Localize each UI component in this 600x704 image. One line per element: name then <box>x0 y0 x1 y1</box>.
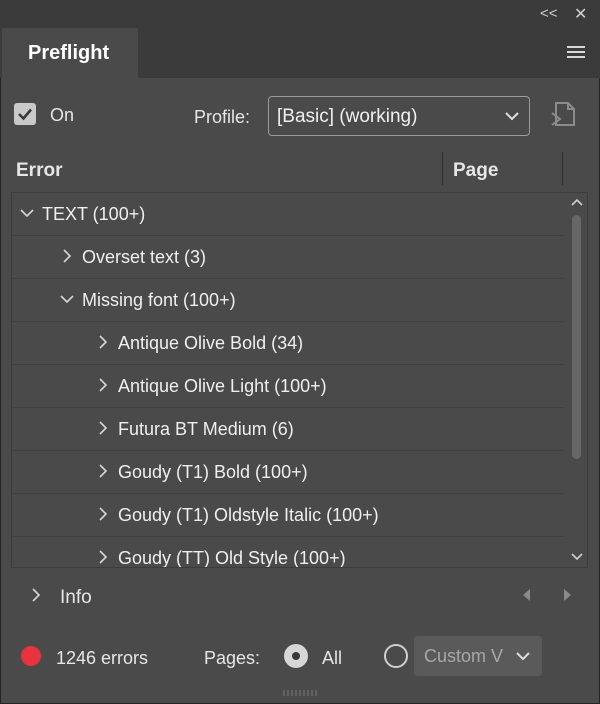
resize-grip-icon[interactable] <box>282 690 320 696</box>
chevron-right-icon[interactable] <box>96 335 110 349</box>
vertical-scrollbar[interactable] <box>566 193 587 567</box>
profile-dropdown-value: [Basic] (working) <box>277 106 418 127</box>
next-error-icon[interactable] <box>562 587 574 603</box>
chevron-right-icon[interactable] <box>96 464 110 478</box>
tree-row[interactable]: Goudy (T1) Bold (100+) <box>12 451 565 494</box>
pages-all-label: All <box>322 648 343 668</box>
pages-custom-value: Custom V <box>424 646 504 666</box>
tree-row[interactable]: TEXT (100+) <box>12 193 565 236</box>
tree-row[interactable]: Antique Olive Light (100+) <box>12 365 565 408</box>
chevron-down-icon[interactable] <box>60 292 74 306</box>
chevron-down-icon <box>516 652 530 661</box>
tree-row-label: Missing font (100+) <box>82 290 236 310</box>
previous-error-icon[interactable] <box>520 587 532 603</box>
profile-label: Profile: <box>194 107 251 127</box>
pages-custom-radio[interactable] <box>384 644 408 668</box>
panel-title-strip <box>0 0 600 28</box>
tree-row[interactable]: Goudy (TT) Old Style (100+) <box>12 537 565 568</box>
tree-row-label: Goudy (T1) Oldstyle Italic (100+) <box>118 505 379 525</box>
pages-all-radio[interactable] <box>284 644 308 668</box>
tree-row[interactable]: Missing font (100+) <box>12 279 565 322</box>
chevron-right-icon[interactable] <box>96 378 110 392</box>
info-section-label[interactable]: Info <box>60 587 92 609</box>
pages-label: Pages: <box>204 648 261 668</box>
tree-row-label: Goudy (TT) Old Style (100+) <box>118 548 346 568</box>
column-header-page[interactable]: Page <box>453 160 498 182</box>
error-status-icon <box>21 646 41 666</box>
profile-dropdown[interactable]: [Basic] (working) <box>268 96 530 136</box>
on-label: On <box>50 105 75 125</box>
define-profiles-icon[interactable] <box>548 97 582 131</box>
chevron-right-icon[interactable] <box>96 507 110 521</box>
collapse-panel-button[interactable]: << <box>540 5 558 22</box>
tree-row[interactable]: Antique Olive Bold (34) <box>12 322 565 365</box>
chevron-right-icon[interactable] <box>96 421 110 435</box>
checkmark-icon <box>18 108 32 121</box>
close-panel-button[interactable]: ✕ <box>574 4 587 24</box>
info-expand-icon[interactable] <box>30 587 42 603</box>
tree-row-label: TEXT (100+) <box>42 204 146 224</box>
tree-row[interactable]: Futura BT Medium (6) <box>12 408 565 451</box>
pages-custom-dropdown[interactable]: Custom V <box>414 636 542 676</box>
tree-row-label: Antique Olive Light (100+) <box>118 376 327 396</box>
tree-row-label: Goudy (T1) Bold (100+) <box>118 462 308 482</box>
tree-row-label: Antique Olive Bold (34) <box>118 333 304 353</box>
tree-row[interactable]: Overset text (3) <box>12 236 565 279</box>
column-divider[interactable] <box>442 152 443 185</box>
tab-preflight[interactable]: Preflight <box>2 28 138 78</box>
on-checkbox[interactable] <box>14 103 36 125</box>
column-divider[interactable] <box>562 152 563 185</box>
scroll-thumb[interactable] <box>572 215 581 459</box>
error-tree-list: TEXT (100+) Overset text (3) Missing font … <box>11 192 588 568</box>
error-count[interactable]: 1246 errors <box>56 648 148 669</box>
tree-row-label: Futura BT Medium (6) <box>118 419 294 439</box>
scroll-up-icon[interactable] <box>571 198 583 206</box>
tree-row-label: Overset text (3) <box>82 247 207 267</box>
column-header-error[interactable]: Error <box>16 160 62 182</box>
tree-row[interactable]: Goudy (T1) Oldstyle Italic (100+) <box>12 494 565 537</box>
chevron-down-icon <box>505 112 519 121</box>
panel-menu-icon[interactable] <box>567 46 585 60</box>
chevron-down-icon[interactable] <box>20 206 34 220</box>
scroll-down-icon[interactable] <box>571 553 583 561</box>
chevron-right-icon[interactable] <box>60 249 74 263</box>
chevron-right-icon[interactable] <box>96 550 110 564</box>
tab-preflight-label: Preflight <box>28 42 110 64</box>
